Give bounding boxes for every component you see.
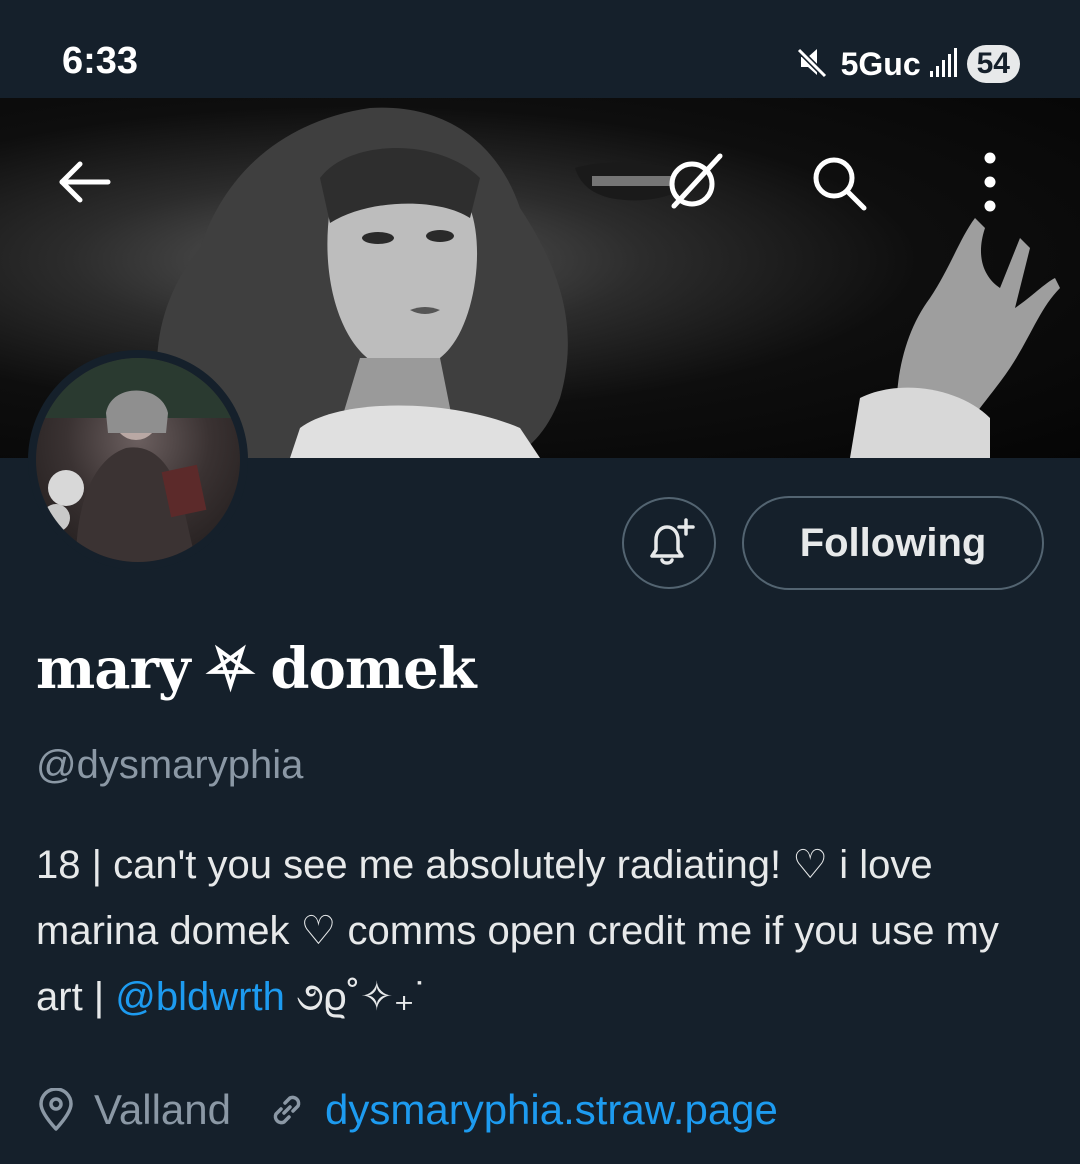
location-pin-icon xyxy=(36,1088,76,1132)
more-icon xyxy=(984,152,996,212)
avatar-image xyxy=(36,358,240,562)
profile-website-link[interactable]: dysmaryphia.straw.page xyxy=(325,1086,778,1134)
status-bar: 6:33 5Guc 54 xyxy=(0,0,1080,98)
bio-mention-link[interactable]: @bldwrth xyxy=(115,975,285,1019)
bio-suffix: ૭ϱ˚✧₊˙ xyxy=(284,975,428,1019)
search-icon xyxy=(813,157,867,211)
display-name: mary ⛧ domek xyxy=(36,636,477,702)
network-label: 5Guc xyxy=(840,45,921,82)
notifications-button[interactable] xyxy=(622,497,716,589)
grok-icon xyxy=(669,153,723,209)
back-arrow-icon xyxy=(59,161,111,203)
battery-badge: 54 xyxy=(966,45,1020,83)
status-icons: 5Guc 54 xyxy=(793,42,1020,86)
profile-meta: Valland dysmaryphia.straw.page xyxy=(36,1080,778,1140)
signal-icon xyxy=(929,47,959,82)
more-button[interactable] xyxy=(958,150,1022,214)
profile-bio: 18 | can't you see me absolutely radiati… xyxy=(36,832,1036,1030)
link-icon xyxy=(267,1090,307,1130)
search-button[interactable] xyxy=(806,150,870,214)
following-button[interactable]: Following xyxy=(742,496,1044,590)
avatar[interactable] xyxy=(28,350,248,570)
profile-location: Valland xyxy=(94,1086,231,1133)
mute-icon xyxy=(793,42,833,87)
bell-plus-icon xyxy=(650,518,695,565)
back-button[interactable] xyxy=(52,150,116,214)
profile-handle: @dysmaryphia xyxy=(36,743,304,787)
status-time: 6:33 xyxy=(62,40,139,82)
grok-button[interactable] xyxy=(662,150,726,214)
